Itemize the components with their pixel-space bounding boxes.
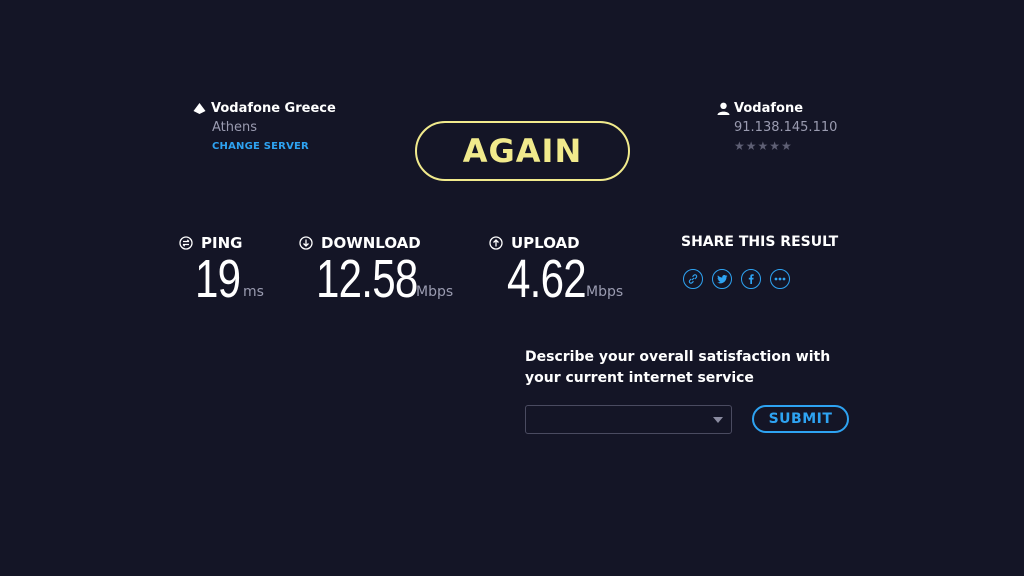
server-location: Athens	[212, 120, 258, 135]
survey-question: Describe your overall satisfaction with …	[525, 349, 831, 386]
link-icon[interactable]	[683, 269, 703, 289]
user-icon	[717, 102, 730, 115]
isp-info: Vodafone 91.138.145.110 ★★★★★	[717, 101, 837, 153]
upload-icon	[489, 236, 507, 250]
chevron-down-icon	[713, 417, 723, 423]
satisfaction-select[interactable]	[525, 405, 732, 434]
upload-value: 4.62	[507, 249, 587, 309]
ping-metric: PING 19 ms	[179, 234, 264, 309]
ping-value: 19	[195, 249, 241, 309]
isp-ip-address: 91.138.145.110	[734, 120, 838, 135]
twitter-icon[interactable]	[712, 269, 732, 289]
facebook-icon[interactable]	[741, 269, 761, 289]
more-icon[interactable]	[770, 269, 790, 289]
submit-button[interactable]: SUBMIT	[752, 405, 849, 433]
download-icon	[299, 236, 317, 250]
isp-name: Vodafone	[734, 101, 804, 116]
download-unit: Mbps	[416, 284, 454, 300]
ping-unit: ms	[243, 284, 264, 300]
server-name: Vodafone Greece	[211, 101, 336, 116]
share-title: SHARE THIS RESULT	[681, 234, 839, 250]
satisfaction-survey: Describe your overall satisfaction with …	[525, 347, 855, 389]
server-marker-icon	[193, 102, 206, 115]
download-metric: DOWNLOAD 12.58 Mbps	[299, 234, 454, 309]
isp-rating-stars[interactable]: ★★★★★	[734, 139, 837, 153]
change-server-link[interactable]: CHANGE SERVER	[212, 141, 336, 152]
ping-icon	[179, 236, 197, 250]
upload-unit: Mbps	[586, 284, 624, 300]
share-section: SHARE THIS RESULT	[681, 234, 838, 289]
download-value: 12.58	[316, 249, 418, 309]
server-info: Vodafone Greece Athens CHANGE SERVER	[193, 101, 336, 152]
again-button[interactable]: AGAIN	[415, 121, 630, 181]
upload-metric: UPLOAD 4.62 Mbps	[489, 234, 624, 309]
